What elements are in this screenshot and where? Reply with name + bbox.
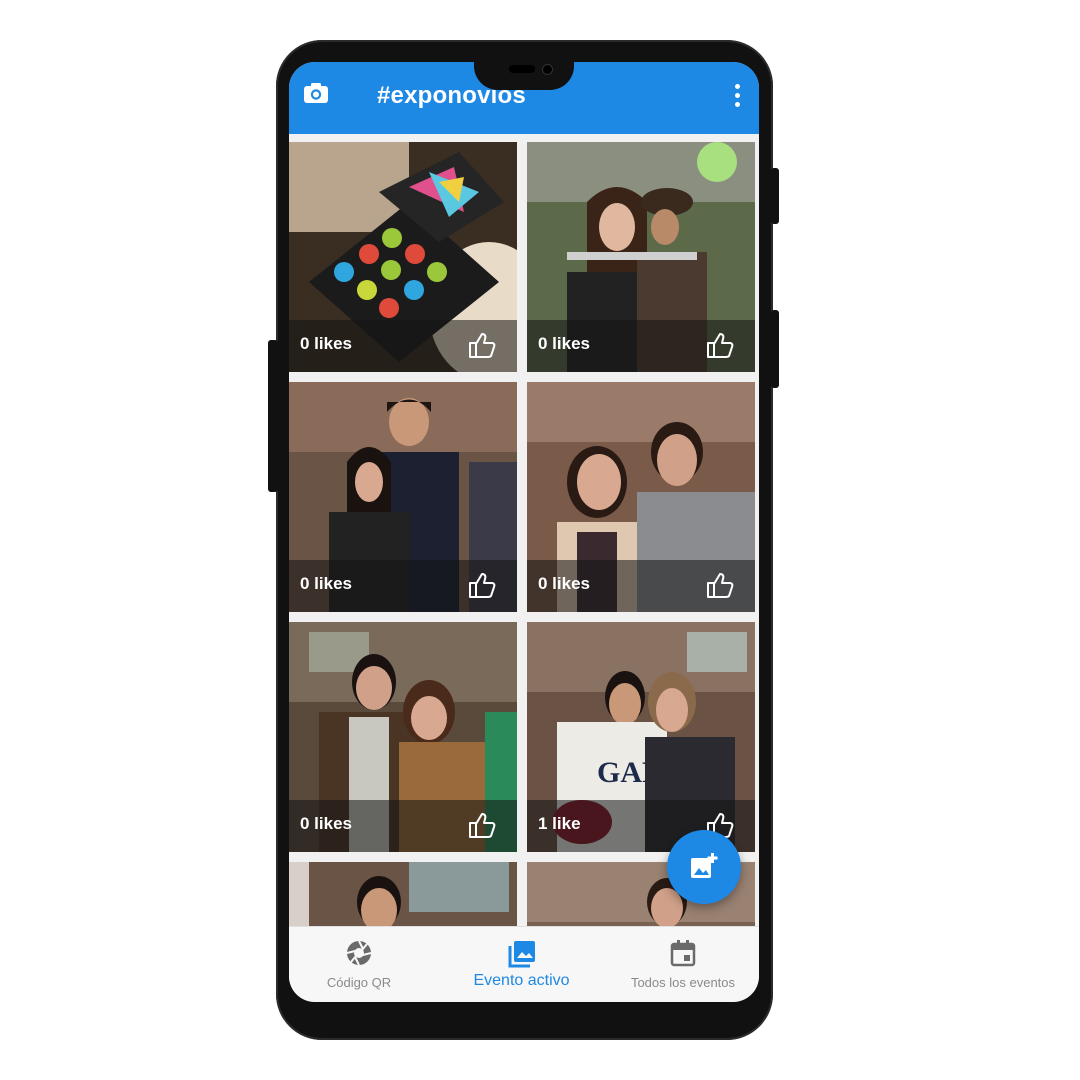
photo-tile[interactable]: 0 likes	[289, 382, 517, 612]
thumb-up-icon[interactable]	[467, 570, 497, 600]
camera-icon[interactable]	[303, 82, 329, 104]
likes-count: 0 likes	[300, 334, 352, 353]
thumb-up-icon[interactable]	[467, 330, 497, 360]
nav-label: Código QR	[326, 975, 392, 990]
nav-item-evento-activo[interactable]: Evento activo	[444, 927, 599, 1002]
likes-count: 0 likes	[538, 334, 590, 353]
photo-library-icon	[508, 941, 535, 968]
nav-label: Todos los eventos	[630, 975, 736, 990]
add-photo-icon	[691, 853, 718, 878]
likes-count: 0 likes	[300, 814, 352, 833]
thumb-up-icon[interactable]	[467, 810, 497, 840]
photo-tile[interactable]: 0 likes	[289, 622, 517, 852]
photo-tile[interactable]: 0 likes	[527, 142, 755, 372]
volume-button	[268, 340, 278, 492]
nav-item-todos-eventos[interactable]: Todos los eventos	[611, 927, 755, 1002]
nav-label: Evento activo	[473, 972, 570, 989]
thumb-up-icon[interactable]	[705, 330, 735, 360]
screen: #exponovios 0 likes 0 likes 0 likes 0 li…	[289, 62, 759, 1002]
speaker	[509, 65, 535, 73]
front-camera	[542, 64, 553, 75]
side-button	[771, 310, 779, 388]
likes-count: 0 likes	[300, 574, 352, 593]
calendar-icon	[670, 940, 696, 967]
photo-tile[interactable]: 0 likes	[289, 142, 517, 372]
phone-notch	[474, 58, 574, 90]
nav-item-qr[interactable]: Código QR	[289, 927, 429, 1002]
photo-tile[interactable]: 0 likes	[527, 382, 755, 612]
power-button	[771, 168, 779, 224]
more-vert-icon[interactable]	[735, 84, 741, 108]
bottom-navigation: Código QR Evento activo Todos los evento…	[289, 926, 759, 1002]
likes-count: 0 likes	[538, 574, 590, 593]
photo-tile[interactable]: GAP 1 like	[527, 622, 755, 852]
aperture-icon	[346, 940, 372, 966]
thumb-up-icon[interactable]	[705, 570, 735, 600]
add-photo-button[interactable]	[667, 830, 741, 904]
likes-count: 1 like	[538, 814, 581, 833]
